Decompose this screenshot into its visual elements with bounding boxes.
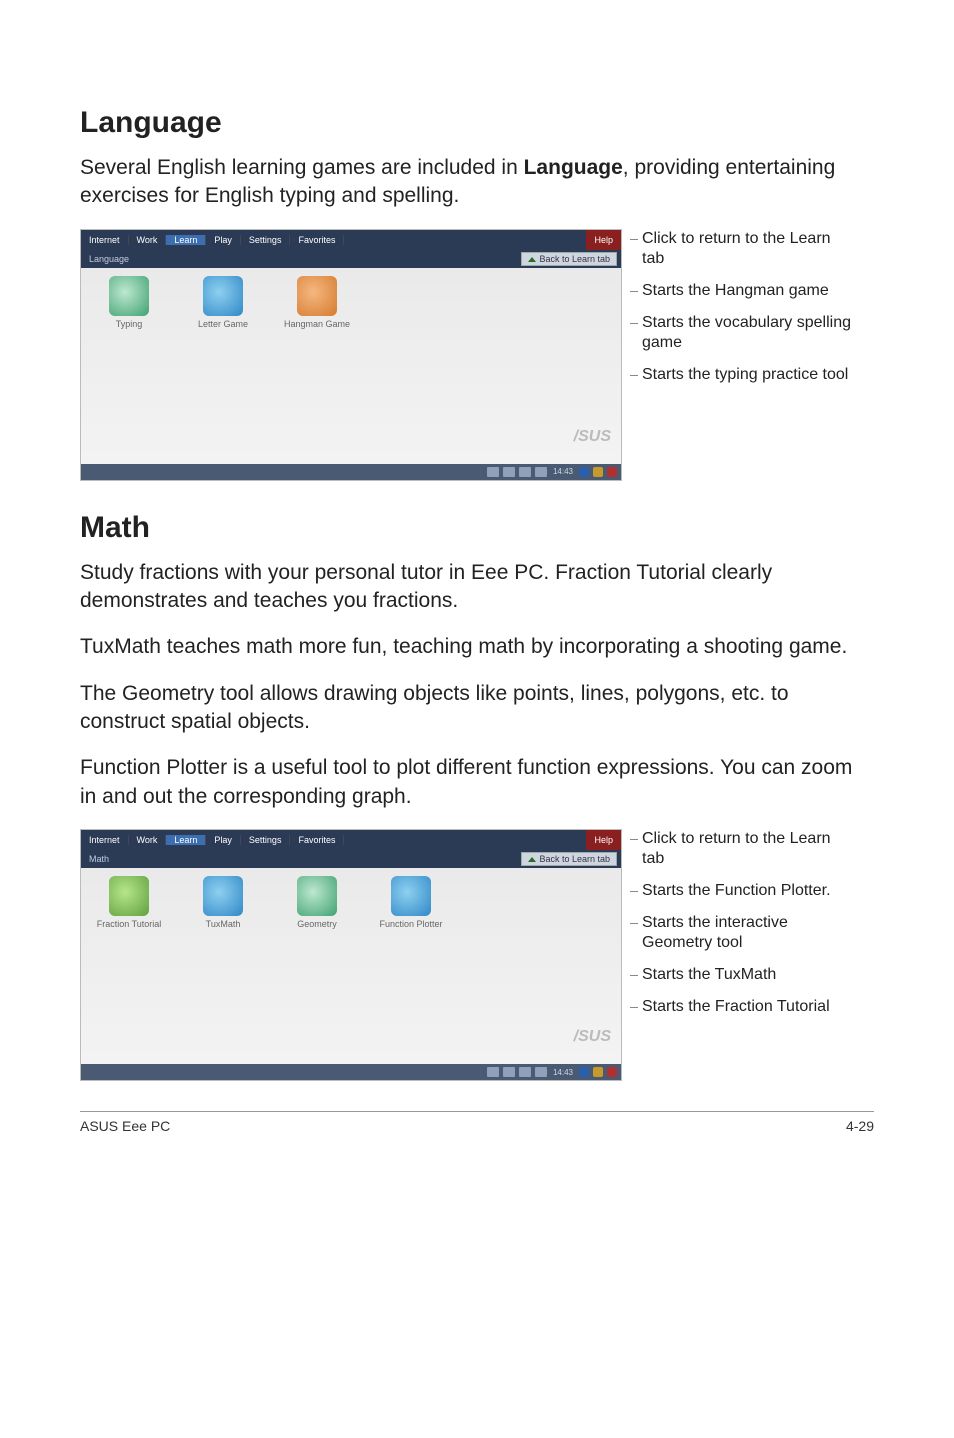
- annotation: Click to return to the Learn tab: [642, 229, 852, 269]
- paragraph-math-1: Study fractions with your personal tutor…: [80, 559, 874, 616]
- screenshot-body: Fraction Tutorial TuxMath Geometry Funct…: [81, 868, 621, 1064]
- tray-dot[interactable]: [593, 1067, 603, 1077]
- app-label: Function Plotter: [379, 920, 442, 930]
- tray-icon[interactable]: [503, 467, 515, 477]
- tab-learn[interactable]: Learn: [166, 235, 206, 245]
- app-label: Hangman Game: [284, 320, 350, 330]
- tab-learn[interactable]: Learn: [166, 835, 206, 845]
- screenshot-tabs: Internet Work Learn Play Settings Favori…: [81, 830, 621, 850]
- paragraph-math-2: TuxMath teaches math more fun, teaching …: [80, 633, 874, 661]
- annotation: Click to return to the Learn tab: [642, 829, 852, 869]
- tray-dot[interactable]: [607, 1067, 617, 1077]
- help-button[interactable]: Help: [586, 230, 621, 250]
- screenshot-tabs: Internet Work Learn Play Settings Favori…: [81, 230, 621, 250]
- tray-icon[interactable]: [487, 1067, 499, 1077]
- paragraph-language-1: Several English learning games are inclu…: [80, 154, 874, 211]
- app-label: Typing: [116, 320, 143, 330]
- tray-dot[interactable]: [579, 467, 589, 477]
- back-label: Back to Learn tab: [539, 854, 610, 864]
- tray-icon[interactable]: [535, 467, 547, 477]
- annotation: Starts the Fraction Tutorial: [642, 997, 852, 1017]
- back-label: Back to Learn tab: [539, 254, 610, 264]
- app-hangman[interactable]: Hangman Game: [277, 276, 357, 456]
- app-geometry[interactable]: Geometry: [277, 876, 357, 1056]
- tab-work[interactable]: Work: [129, 835, 167, 845]
- screenshot-language: Internet Work Learn Play Settings Favori…: [80, 229, 622, 481]
- paragraph-math-3: The Geometry tool allows drawing objects…: [80, 680, 874, 737]
- heading-math: Math: [80, 511, 874, 545]
- taskbar: 14:43: [81, 1064, 621, 1080]
- tray-icon[interactable]: [519, 467, 531, 477]
- letter-game-icon: [203, 276, 243, 316]
- annotation: Starts the Hangman game: [642, 281, 852, 301]
- plotter-icon: [391, 876, 431, 916]
- app-tuxmath[interactable]: TuxMath: [183, 876, 263, 1056]
- tab-favorites[interactable]: Favorites: [290, 235, 344, 245]
- annotation: Starts the interactive Geometry tool: [642, 913, 852, 953]
- brand-logo: /SUS: [574, 1028, 611, 1046]
- fraction-icon: [109, 876, 149, 916]
- app-label: Letter Game: [198, 320, 248, 330]
- app-label: Geometry: [297, 920, 337, 930]
- annotations-math: Click to return to the Learn tab Starts …: [642, 829, 852, 1029]
- figure-math: Internet Work Learn Play Settings Favori…: [80, 829, 874, 1081]
- footer-left: ASUS Eee PC: [80, 1118, 170, 1134]
- tray-icon[interactable]: [503, 1067, 515, 1077]
- tab-favorites[interactable]: Favorites: [290, 835, 344, 845]
- breadcrumb: Language: [81, 254, 517, 264]
- taskbar: 14:43: [81, 464, 621, 480]
- typing-icon: [109, 276, 149, 316]
- back-button[interactable]: Back to Learn tab: [521, 252, 617, 266]
- app-typing[interactable]: Typing: [89, 276, 169, 456]
- annotation: Starts the TuxMath: [642, 965, 852, 985]
- tab-settings[interactable]: Settings: [241, 235, 291, 245]
- breadcrumb: Math: [81, 854, 517, 864]
- annotation: Starts the typing practice tool: [642, 365, 852, 385]
- tab-play[interactable]: Play: [206, 235, 241, 245]
- tab-play[interactable]: Play: [206, 835, 241, 845]
- tray-dot[interactable]: [607, 467, 617, 477]
- tray-icon[interactable]: [519, 1067, 531, 1077]
- tab-internet[interactable]: Internet: [81, 235, 129, 245]
- tab-internet[interactable]: Internet: [81, 835, 129, 845]
- tray-icon[interactable]: [535, 1067, 547, 1077]
- app-label: TuxMath: [206, 920, 241, 930]
- paragraph-math-4: Function Plotter is a useful tool to plo…: [80, 754, 874, 811]
- app-function-plotter[interactable]: Function Plotter: [371, 876, 451, 1056]
- footer-right: 4-29: [846, 1118, 874, 1134]
- page-footer: ASUS Eee PC 4-29: [80, 1111, 874, 1134]
- heading-language: Language: [80, 106, 874, 140]
- screenshot-math: Internet Work Learn Play Settings Favori…: [80, 829, 622, 1081]
- app-fraction-tutorial[interactable]: Fraction Tutorial: [89, 876, 169, 1056]
- back-button[interactable]: Back to Learn tab: [521, 852, 617, 866]
- app-label: Fraction Tutorial: [97, 920, 162, 930]
- app-letter-game[interactable]: Letter Game: [183, 276, 263, 456]
- up-arrow-icon: [528, 257, 536, 262]
- tray-icon[interactable]: [487, 467, 499, 477]
- annotation: Starts the vocabulary spelling game: [642, 313, 852, 353]
- screenshot-body: Typing Letter Game Hangman Game /SUS: [81, 268, 621, 464]
- annotations-language: Click to return to the Learn tab Starts …: [642, 229, 852, 397]
- screenshot-subbar: Math Back to Learn tab: [81, 850, 621, 868]
- geometry-icon: [297, 876, 337, 916]
- tray-dot[interactable]: [593, 467, 603, 477]
- taskbar-clock: 14:43: [551, 467, 575, 476]
- tab-settings[interactable]: Settings: [241, 835, 291, 845]
- up-arrow-icon: [528, 857, 536, 862]
- tuxmath-icon: [203, 876, 243, 916]
- annotation: Starts the Function Plotter.: [642, 881, 852, 901]
- tray-dot[interactable]: [579, 1067, 589, 1077]
- tab-work[interactable]: Work: [129, 235, 167, 245]
- brand-logo: /SUS: [574, 428, 611, 446]
- taskbar-clock: 14:43: [551, 1068, 575, 1077]
- figure-language: Internet Work Learn Play Settings Favori…: [80, 229, 874, 481]
- hangman-icon: [297, 276, 337, 316]
- screenshot-subbar: Language Back to Learn tab: [81, 250, 621, 268]
- document-page: Language Several English learning games …: [0, 0, 954, 1154]
- help-button[interactable]: Help: [586, 830, 621, 850]
